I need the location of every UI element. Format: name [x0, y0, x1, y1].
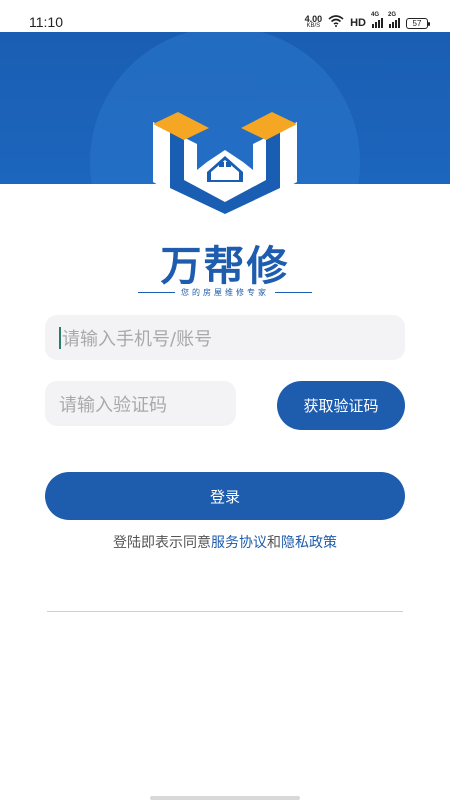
verification-code-input[interactable]: 请输入验证码: [45, 381, 236, 426]
network-speed-unit: KB/S: [306, 23, 321, 29]
brand-slogan: 您的房屋维修专家: [181, 287, 269, 297]
network-speed: 4.00 KB/S: [304, 14, 323, 30]
home-indicator[interactable]: [150, 796, 300, 800]
divider: [47, 611, 403, 612]
status-time: 11:10: [29, 14, 63, 30]
login-button[interactable]: 登录: [45, 472, 405, 520]
header-banner: [0, 27, 450, 297]
slogan-line-left: [138, 291, 175, 293]
logo-icon: [0, 112, 450, 232]
slogan-line-right: [275, 291, 312, 293]
service-agreement-link[interactable]: 服务协议: [211, 535, 267, 551]
hd-volte-icon: HD: [350, 17, 366, 29]
signal-2g-icon: 2G: [388, 12, 400, 28]
agreement-conjunction: 和: [267, 535, 281, 551]
status-bar: 11:10 4.00 KB/S HD 4G 2G 57: [0, 0, 450, 32]
agreement-prefix: 登陆即表示同意: [113, 535, 211, 551]
network-speed-value: 4.00: [304, 14, 323, 24]
get-verification-code-button[interactable]: 获取验证码: [277, 381, 405, 430]
brand-name: 万帮修: [160, 242, 290, 290]
signal-2g-tag: 2G: [388, 12, 397, 18]
signal-4g-icon: 4G: [371, 12, 383, 28]
phone-input-placeholder: 请输入手机号/账号: [62, 328, 213, 350]
phone-input[interactable]: 请输入手机号/账号: [45, 315, 405, 360]
agreement-text: 登陆即表示同意服务协议和隐私政策: [0, 532, 450, 552]
wifi-icon: [328, 14, 344, 32]
battery-level: 57: [412, 18, 422, 28]
brand-slogan-row: 您的房屋维修专家: [138, 285, 312, 299]
verification-code-placeholder: 请输入验证码: [59, 394, 167, 416]
battery-icon: 57: [406, 17, 430, 29]
status-icons: 4.00 KB/S HD 4G 2G 57: [304, 12, 430, 32]
signal-4g-tag: 4G: [371, 12, 380, 18]
privacy-policy-link[interactable]: 隐私政策: [281, 535, 337, 551]
text-cursor: [59, 326, 61, 349]
